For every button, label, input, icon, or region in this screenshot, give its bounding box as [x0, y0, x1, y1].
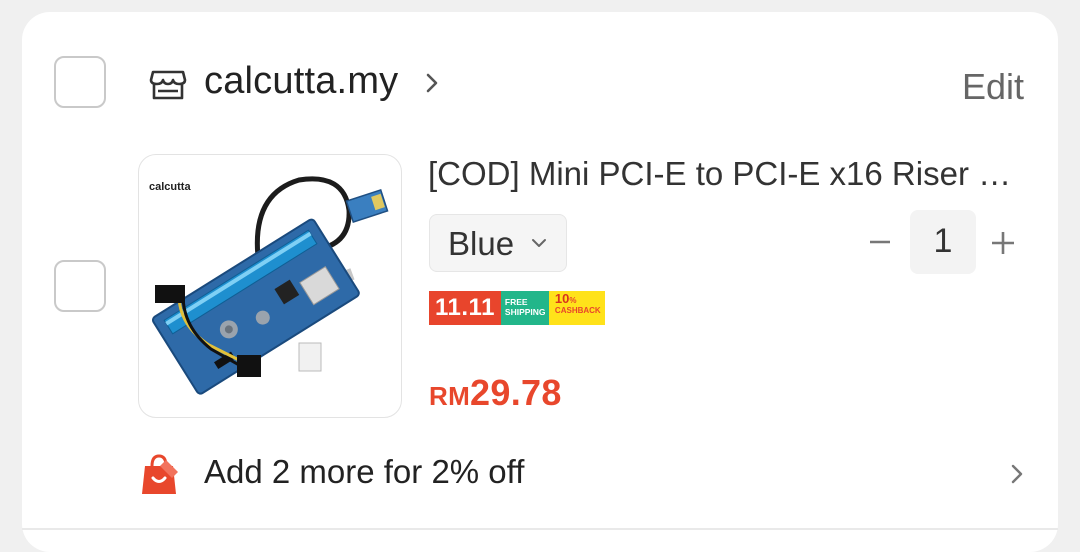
riser-card-image	[151, 176, 389, 395]
product-thumbnail[interactable]: calcutta	[138, 154, 402, 418]
free-shipping-line2: SHIPPING	[504, 307, 546, 317]
divider	[22, 528, 1058, 530]
edit-button[interactable]: Edit	[962, 66, 1024, 108]
store-icon	[149, 70, 187, 100]
chevron-down-icon	[532, 239, 546, 247]
cashback-label: CASHBACK	[554, 306, 601, 315]
chevron-right-icon[interactable]	[1010, 462, 1024, 486]
promo-badges: 11.11 FREE SHIPPING 10% CASHBACK	[429, 291, 605, 325]
shopping-bag-icon	[142, 454, 178, 494]
cashback-unit: %	[569, 296, 577, 305]
cart-shop-card: calcutta.my Edit calcutta [COD] Mini PCI…	[22, 12, 1058, 552]
decrease-quantity-button[interactable]	[868, 230, 892, 254]
free-shipping-badge: FREE SHIPPING	[500, 291, 549, 325]
item-select-checkbox[interactable]	[54, 260, 106, 312]
free-shipping-line1: FREE	[504, 297, 528, 307]
price-value: 29.78	[470, 372, 562, 413]
price-currency: RM	[429, 381, 471, 411]
shop-select-checkbox[interactable]	[54, 56, 106, 108]
increase-quantity-button[interactable]	[990, 230, 1016, 256]
promo-message[interactable]: Add 2 more for 2% off	[204, 453, 524, 491]
variant-label: Blue	[448, 225, 515, 262]
cashback-percent: 10	[554, 291, 570, 306]
sale-badge: 11.11	[429, 291, 501, 325]
shop-name[interactable]: calcutta.my	[204, 60, 398, 103]
variant-selector[interactable]: Blue	[429, 214, 567, 272]
chevron-right-icon[interactable]	[422, 70, 442, 96]
thumbnail-brand-text: calcutta	[149, 181, 191, 193]
cashback-badge: 10% CASHBACK	[548, 291, 605, 325]
quantity-value: 1	[933, 222, 953, 260]
quantity-field[interactable]: 1	[910, 210, 976, 274]
product-title[interactable]: [COD] Mini PCI-E to PCI-E x16 Riser Ext…	[428, 155, 1028, 193]
product-price: RM29.78	[429, 372, 562, 414]
